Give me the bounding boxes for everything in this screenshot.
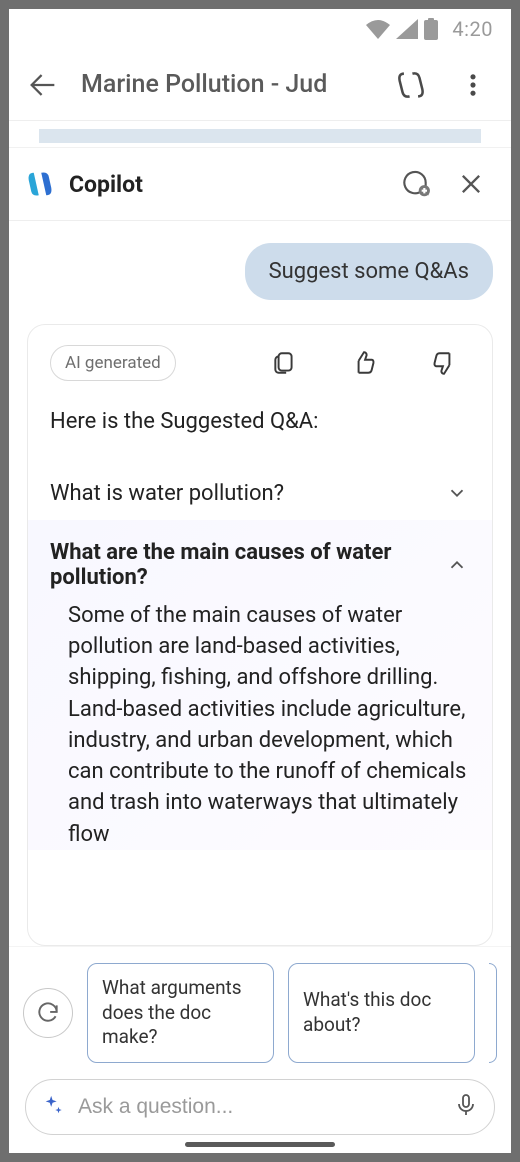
response-card: AI generated Here is the Suggested Q&A:: [27, 324, 493, 946]
refresh-suggestions-button[interactable]: [23, 988, 73, 1038]
copilot-logo-icon: [25, 169, 55, 199]
user-message-row: Suggest some Q&As: [27, 243, 493, 300]
prompt-input[interactable]: [78, 1095, 440, 1119]
user-message-bubble: Suggest some Q&As: [245, 243, 493, 300]
suggestion-chip-overflow[interactable]: [489, 963, 497, 1063]
copy-icon: [271, 350, 297, 376]
home-indicator[interactable]: [185, 1142, 335, 1147]
cellular-icon: [396, 19, 418, 39]
thumbs-up-icon: [351, 350, 377, 376]
sparkle-icon: [42, 1094, 64, 1120]
suggestion-chip[interactable]: What arguments does the doc make?: [87, 963, 274, 1063]
ai-generated-badge: AI generated: [50, 345, 176, 381]
document-title: Marine Pollution - Jud: [81, 70, 373, 99]
device-frame: 4:20 Marine Pollution - Jud Copilot Sugg…: [9, 9, 511, 1153]
expand-toggle[interactable]: [444, 480, 470, 506]
suggestion-label: What's this doc about?: [303, 988, 460, 1037]
response-intro: Here is the Suggested Q&A:: [50, 409, 470, 434]
suggestion-row: What arguments does the doc make? What's…: [19, 963, 501, 1079]
prompt-input-bar[interactable]: [25, 1079, 495, 1135]
copilot-logo: [23, 167, 57, 201]
copilot-icon: [394, 68, 428, 102]
thumbs-down-button[interactable]: [428, 347, 460, 379]
status-bar: 4:20: [9, 9, 511, 49]
copilot-panel-header: Copilot: [9, 147, 511, 221]
chat-scroll-area[interactable]: Suggest some Q&As AI generated: [9, 221, 511, 946]
close-copilot-button[interactable]: [449, 162, 493, 206]
back-button[interactable]: [19, 61, 67, 109]
clock: 4:20: [452, 17, 493, 41]
qa-item-expanded: What are the main causes of water pollut…: [28, 520, 492, 850]
thumbs-down-icon: [431, 350, 457, 376]
mic-button[interactable]: [454, 1093, 478, 1121]
suggestion-chip[interactable]: What's this doc about?: [288, 963, 475, 1063]
qa-question: What are the main causes of water pollut…: [50, 540, 444, 590]
app-header: Marine Pollution - Jud: [9, 49, 511, 121]
more-vertical-icon: [459, 71, 487, 99]
bottom-bar: What arguments does the doc make? What's…: [9, 946, 511, 1153]
qa-answer: Some of the main causes of water polluti…: [50, 600, 470, 850]
more-options-button[interactable]: [449, 61, 497, 109]
wifi-icon: [366, 19, 390, 39]
suggestion-label: What arguments does the doc make?: [102, 976, 259, 1050]
document-preview: [9, 121, 511, 147]
card-header: AI generated: [28, 325, 492, 391]
copilot-header-button[interactable]: [387, 61, 435, 109]
collapse-toggle[interactable]: [444, 552, 470, 578]
qa-item-collapsed[interactable]: What is water pollution?: [50, 466, 470, 520]
chevron-up-icon: [446, 554, 468, 576]
copy-button[interactable]: [268, 347, 300, 379]
thumbs-up-button[interactable]: [348, 347, 380, 379]
card-actions: [268, 347, 470, 379]
copilot-title: Copilot: [69, 171, 381, 198]
battery-icon: [424, 18, 438, 40]
chat-plus-icon: [399, 168, 431, 200]
new-chat-button[interactable]: [393, 162, 437, 206]
refresh-icon: [35, 1000, 61, 1026]
chevron-down-icon: [446, 482, 468, 504]
card-body: Here is the Suggested Q&A: What is water…: [28, 391, 492, 945]
qa-question: What is water pollution?: [50, 481, 444, 506]
arrow-left-icon: [26, 68, 60, 102]
close-icon: [457, 170, 485, 198]
microphone-icon: [454, 1093, 478, 1117]
qa-item-header[interactable]: What are the main causes of water pollut…: [50, 536, 470, 600]
